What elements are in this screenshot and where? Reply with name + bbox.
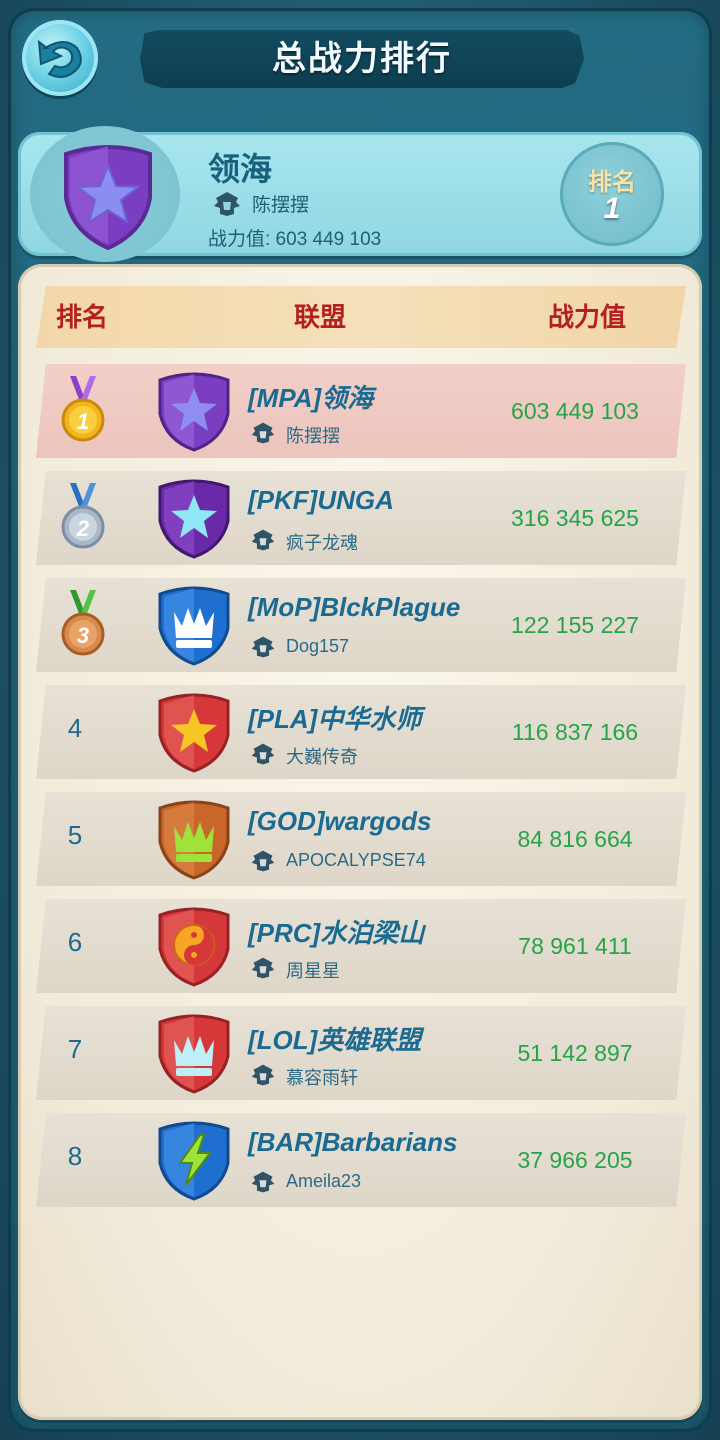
medal-number: 3 [77,623,89,648]
rank-number: 4 [67,713,83,743]
alliance-name: [GOD]wargods [248,806,432,836]
table-row[interactable]: 5 [GOD]wargods APOCALYPSE74 84 816 664 [36,792,686,886]
table-row[interactable]: 7 [LOL]英雄联盟 慕容雨轩 51 142 897 [36,1006,686,1100]
column-header-alliance: 联盟 [294,302,347,332]
leader-name: 大巍传奇 [286,747,358,767]
rank-number: 8 [67,1141,83,1171]
back-button[interactable] [22,20,98,96]
power-value: 37 966 205 [517,1147,633,1173]
leader-helmet-icon [251,957,275,979]
ranking-screen: 总战力排行 领海 陈摆摆 战力值: 603 449 103 排名 1 排名 联盟… [0,0,720,1440]
my-leader-name: 陈摆摆 [252,195,310,216]
my-alliance-name: 领海 [208,151,273,187]
leader-helmet-icon [251,1171,275,1193]
column-header-power: 战力值 [548,302,627,332]
page-title: 总战力排行 [272,40,452,78]
rank-number: 7 [67,1034,83,1064]
leader-name: 慕容雨轩 [286,1068,358,1088]
medal-number: 1 [77,409,89,434]
my-alliance-emblem [64,145,152,250]
red-star-shield-icon [158,693,230,773]
leader-helmet-icon [251,743,275,765]
rank-number: 6 [67,927,83,957]
table-row[interactable]: 1 [MPA]领海 陈摆摆 603 449 103 [36,364,686,458]
medal-number: 2 [76,516,90,541]
table-row[interactable]: 8 [BAR]Barbarians Ameila23 37 966 205 [36,1113,686,1207]
my-rank-value: 1 [603,192,621,225]
leader-name: Ameila23 [286,1171,362,1191]
bronze-medal-icon: 3 [61,590,105,656]
leader-helmet-icon [214,192,240,216]
column-header-rank: 排名 [56,302,109,332]
leader-name: Dog157 [286,636,350,656]
leader-name: 疯子龙魂 [286,533,358,553]
red-crown-shield-icon [158,1014,230,1094]
blue-crown-shield-icon [158,586,230,666]
table-row[interactable]: 6 [PRC]水泊梁山 周星星 78 961 411 [36,899,686,993]
power-value: 122 155 227 [511,612,639,638]
silver-medal-icon: 2 [61,483,105,549]
leader-helmet-icon [251,529,275,551]
alliance-name: [PKF]UNGA [248,485,394,515]
leader-helmet-icon [251,850,275,872]
leader-helmet-icon [251,636,275,658]
leader-name: APOCALYPSE74 [286,850,426,870]
my-power-value: 战力值: 603 449 103 [208,229,382,250]
back-arrow-icon [37,39,82,78]
leader-name: 陈摆摆 [286,426,340,446]
gold-medal-icon: 1 [61,376,105,442]
red-yin-yang-shield-icon [158,907,230,987]
violet-star-shield-icon [158,479,230,559]
leader-helmet-icon [251,422,275,444]
alliance-name: [PRC]水泊梁山 [248,918,425,948]
alliance-name: [LOL]英雄联盟 [248,1025,422,1055]
power-value: 78 961 411 [518,933,632,959]
alliance-name: [MPA]领海 [248,383,374,413]
power-value: 316 345 625 [511,505,639,531]
rank-number: 5 [67,820,83,850]
alliance-name: [PLA]中华水师 [248,704,422,734]
table-row[interactable]: 3 [MoP]BlckPlague Dog157 122 155 227 [36,578,686,672]
my-rank-badge: 排名 1 [560,142,664,246]
leader-helmet-icon [251,1064,275,1086]
power-value: 116 837 166 [511,719,639,745]
my-alliance-card: 领海 陈摆摆 战力值: 603 449 103 排名 1 [18,126,702,262]
table-row[interactable]: 2 [PKF]UNGA 疯子龙魂 316 345 625 [36,471,686,565]
purple-star-shield-icon [158,372,230,452]
power-value: 51 142 897 [517,1040,633,1066]
power-value: 84 816 664 [517,826,633,852]
alliance-name: [BAR]Barbarians [248,1127,458,1157]
alliance-name: [MoP]BlckPlague [248,592,461,622]
power-value: 603 449 103 [511,398,639,424]
blue-lightning-shield-icon [158,1121,230,1201]
leader-name: 周星星 [286,961,340,981]
table-row[interactable]: 4 [PLA]中华水师 大巍传奇 116 837 166 [36,685,686,779]
orange-crown-shield-icon [158,800,230,880]
